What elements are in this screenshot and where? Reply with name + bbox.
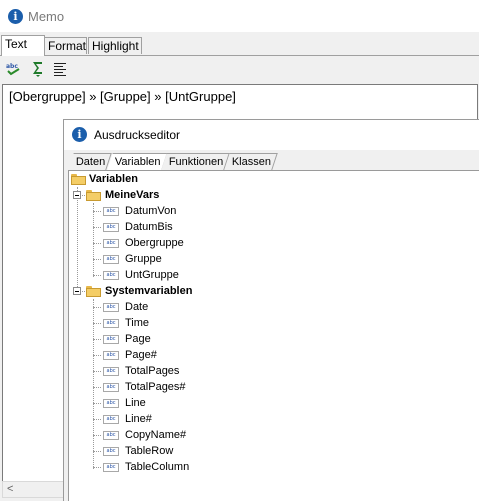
tree-item-label: Line	[125, 397, 146, 409]
horizontal-scrollbar[interactable]: <	[2, 481, 64, 498]
collapse-icon[interactable]	[73, 191, 81, 199]
abc-spellcheck-icon[interactable]: abc	[6, 61, 22, 77]
tree-item-label: Date	[125, 301, 149, 313]
tab-funktionen[interactable]: Funktionen	[161, 153, 231, 170]
variable-icon: abc	[103, 271, 119, 280]
align-left-icon[interactable]	[53, 61, 69, 77]
info-icon: i	[8, 9, 23, 24]
folder-icon	[71, 174, 86, 185]
variable-icon: abc	[103, 207, 119, 216]
tree-item-label: TotalPages#	[125, 381, 186, 393]
tree-connector	[93, 227, 101, 228]
folder-icon	[86, 190, 101, 201]
variable-icon: abc	[103, 303, 119, 312]
tree-item-label: CopyName#	[125, 429, 187, 441]
tree-connector	[93, 467, 101, 468]
variable-icon: abc	[103, 447, 119, 456]
variable-icon: abc	[103, 431, 119, 440]
variable-icon: abc	[103, 383, 119, 392]
variable-icon: abc	[103, 255, 119, 264]
variable-icon: abc	[103, 319, 119, 328]
variable-icon: abc	[103, 351, 119, 360]
tab-daten[interactable]: Daten	[68, 153, 113, 170]
window-title: Memo	[28, 9, 65, 24]
tree-connector	[93, 211, 101, 212]
folder-icon	[86, 286, 101, 297]
tree-item-label: UntGruppe	[125, 269, 179, 281]
memo-tab-bar: Text Format Highlight	[0, 35, 479, 56]
tree-item-label: TotalPages	[125, 365, 180, 377]
tree-item-label: Line#	[125, 413, 152, 425]
info-icon: i	[72, 127, 87, 142]
tree-item-label: DatumVon	[125, 205, 177, 217]
tree-connector	[93, 355, 101, 356]
dialog-title-bar: i Ausdruckseditor	[64, 120, 479, 150]
expression-text: [Obergruppe] » [Gruppe] » [UntGruppe]	[9, 89, 236, 104]
variable-icon: abc	[103, 223, 119, 232]
tree-item-label: Gruppe	[125, 253, 162, 265]
collapse-icon[interactable]	[73, 287, 81, 295]
tree-connector	[93, 243, 101, 244]
tab-variablen[interactable]: Variablen	[107, 153, 168, 170]
tree-connector	[93, 435, 101, 436]
svg-text:abc: abc	[6, 63, 18, 70]
tree-connector	[93, 323, 101, 324]
variable-icon: abc	[103, 415, 119, 424]
tree-item-label: TableColumn	[125, 461, 190, 473]
variable-icon: abc	[103, 463, 119, 472]
tree-connector	[93, 203, 94, 277]
memo-title-bar: i Memo	[0, 0, 479, 32]
variable-icon: abc	[103, 367, 119, 376]
scroll-left-arrow-icon[interactable]: <	[7, 482, 13, 497]
tree-connector	[93, 451, 101, 452]
tree-connector	[93, 387, 101, 388]
tab-klassen[interactable]: Klassen	[224, 153, 278, 170]
tab-highlight[interactable]: Highlight	[88, 37, 142, 54]
sigma-icon[interactable]	[30, 61, 46, 77]
tree-connector	[93, 259, 101, 260]
tree-connector	[93, 307, 101, 308]
tree-item-label: Obergruppe	[125, 237, 184, 249]
tab-format[interactable]: Format	[44, 37, 87, 54]
tree-connector	[93, 339, 101, 340]
tree-connector	[93, 299, 94, 469]
variables-tree[interactable]: Variablen MeineVars abc DatumVon abc DatumB…	[68, 170, 479, 501]
tree-connector	[93, 403, 101, 404]
tree-item-label: DatumBis	[125, 221, 173, 233]
tree-connector	[93, 371, 101, 372]
variable-icon: abc	[103, 335, 119, 344]
expression-editor-dialog: i Ausdruckseditor Daten Variablen Funkti…	[63, 119, 479, 501]
dialog-tab-bar: Daten Variablen Funktionen Klassen	[68, 153, 471, 171]
tree-item-label: Page#	[125, 349, 157, 361]
variable-icon: abc	[103, 399, 119, 408]
tree-connector	[93, 275, 101, 276]
memo-toolbar: abc	[0, 56, 479, 82]
tree-item-label: Page	[125, 333, 151, 345]
tree-item-label: TableRow	[125, 445, 174, 457]
tab-text[interactable]: Text	[1, 35, 45, 56]
tree-connector	[93, 419, 101, 420]
tree-connector	[77, 187, 78, 293]
variable-icon: abc	[103, 239, 119, 248]
dialog-title: Ausdruckseditor	[94, 128, 181, 142]
tree-item-label: Time	[125, 317, 150, 329]
